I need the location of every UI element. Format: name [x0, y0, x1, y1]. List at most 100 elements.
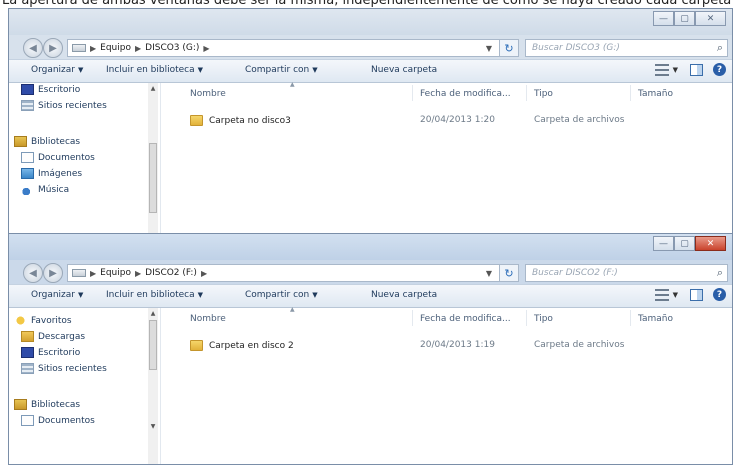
title-bar[interactable]: — ▢ ✕ [9, 234, 732, 260]
file-date: 20/04/2013 1:19 [420, 340, 495, 350]
scrollbar-thumb[interactable] [149, 143, 157, 213]
column-header-date[interactable]: Fecha de modifica... [420, 89, 511, 99]
refresh-button[interactable]: ↻ [499, 264, 519, 282]
column-divider[interactable] [526, 85, 527, 101]
minimize-button[interactable]: — [653, 11, 674, 26]
breadcrumb-equipo[interactable]: Equipo [100, 268, 131, 278]
file-date: 20/04/2013 1:20 [420, 115, 495, 125]
chevron-down-icon: ▼ [312, 66, 318, 74]
column-header-size[interactable]: Tamaño [638, 314, 673, 324]
include-in-library-menu[interactable]: Incluir en biblioteca ▼ [106, 290, 203, 300]
refresh-button[interactable]: ↻ [499, 39, 519, 57]
navigation-pane: Escritorio Sitios recientes Bibliotecas … [9, 83, 161, 239]
help-icon[interactable]: ? [713, 288, 726, 301]
title-bar[interactable]: — ▢ ✕ [9, 9, 732, 35]
scrollbar-thumb[interactable] [149, 320, 157, 370]
breadcrumb-separator-icon: ▶ [90, 268, 97, 278]
nav-item-favoritos[interactable]: Favoritos [14, 315, 72, 326]
views-icon[interactable] [654, 288, 669, 301]
preview-pane-icon[interactable] [690, 288, 703, 301]
content-area: Escritorio Sitios recientes Bibliotecas … [9, 81, 732, 239]
caption-buttons: — ▢ ✕ [653, 11, 726, 26]
nav-item-sitios-recientes[interactable]: Sitios recientes [21, 100, 107, 111]
column-divider[interactable] [630, 310, 631, 326]
column-divider[interactable] [412, 85, 413, 101]
breadcrumb-drive[interactable]: DISCO3 (G:) [145, 43, 199, 53]
column-header-date[interactable]: Fecha de modifica... [420, 314, 511, 324]
forward-button[interactable]: ▶ [43, 263, 63, 283]
column-divider[interactable] [630, 85, 631, 101]
new-folder-button[interactable]: Nueva carpeta [371, 65, 437, 75]
organize-menu[interactable]: Organizar ▼ [31, 65, 83, 75]
address-dropdown-icon[interactable]: ▼ [479, 39, 499, 57]
file-row[interactable]: Carpeta en disco 2 20/04/2013 1:19 Carpe… [162, 338, 732, 354]
scroll-up-icon[interactable]: ▲ [148, 85, 158, 92]
content-area: Favoritos Descargas Escritorio Sitios re… [9, 306, 732, 464]
new-folder-button[interactable]: Nueva carpeta [371, 290, 437, 300]
forward-button[interactable]: ▶ [43, 38, 63, 58]
file-row[interactable]: Carpeta no disco3 20/04/2013 1:20 Carpet… [162, 113, 732, 129]
scroll-up-icon[interactable]: ▲ [148, 310, 158, 317]
nav-item-escritorio[interactable]: Escritorio [21, 84, 80, 95]
column-header-size[interactable]: Tamaño [638, 89, 673, 99]
desktop-icon [21, 84, 34, 95]
nav-item-documentos[interactable]: Documentos [21, 152, 95, 163]
close-button[interactable]: ✕ [695, 236, 726, 251]
computer-icon [72, 44, 86, 52]
organize-menu[interactable]: Organizar ▼ [31, 290, 83, 300]
chevron-down-icon: ▼ [312, 291, 318, 299]
nav-scrollbar[interactable]: ▲ [148, 83, 158, 239]
nav-item-imagenes[interactable]: Imágenes [21, 168, 82, 179]
breadcrumb-drive[interactable]: DISCO2 (F:) [145, 268, 197, 278]
breadcrumb-separator-icon: ▶ [203, 43, 210, 53]
search-icon[interactable]: ⌕ [717, 266, 723, 280]
breadcrumb-equipo[interactable]: Equipo [100, 43, 131, 53]
file-list: Nombre ▲ Fecha de modifica... Tipo Tamañ… [162, 81, 732, 239]
column-header-name[interactable]: Nombre [190, 89, 226, 99]
column-divider[interactable] [412, 310, 413, 326]
chevron-down-icon[interactable]: ▼ [673, 291, 678, 299]
help-icon[interactable]: ? [713, 63, 726, 76]
share-with-menu[interactable]: Compartir con ▼ [245, 65, 318, 75]
column-divider[interactable] [526, 310, 527, 326]
nav-item-bibliotecas[interactable]: Bibliotecas [14, 136, 80, 147]
column-header-name[interactable]: Nombre [190, 314, 226, 324]
maximize-button[interactable]: ▢ [674, 236, 695, 251]
nav-item-descargas[interactable]: Descargas [21, 331, 85, 342]
downloads-icon [21, 331, 34, 342]
share-with-menu[interactable]: Compartir con ▼ [245, 290, 318, 300]
maximize-button[interactable]: ▢ [674, 11, 695, 26]
search-icon[interactable]: ⌕ [717, 41, 723, 55]
address-dropdown-icon[interactable]: ▼ [479, 264, 499, 282]
search-placeholder: Buscar DISCO3 (G:) [532, 43, 620, 53]
chevron-down-icon: ▼ [197, 66, 204, 74]
search-input[interactable]: Buscar DISCO2 (F:) ⌕ [525, 264, 728, 282]
address-bar[interactable]: ▶ Equipo ▶ DISCO3 (G:) ▶ [67, 39, 501, 57]
nav-item-sitios-recientes[interactable]: Sitios recientes [21, 363, 107, 374]
chevron-down-icon[interactable]: ▼ [673, 66, 678, 74]
address-bar[interactable]: ▶ Equipo ▶ DISCO2 (F:) ▶ [67, 264, 501, 282]
music-icon [21, 184, 34, 195]
back-button[interactable]: ◀ [23, 38, 43, 58]
nav-item-musica[interactable]: Música [21, 184, 69, 195]
column-header-type[interactable]: Tipo [534, 89, 553, 99]
address-row: ◀ ▶ ▶ Equipo ▶ DISCO2 (F:) ▶ ▼ ↻ Buscar … [9, 260, 732, 284]
views-icon[interactable] [654, 63, 669, 76]
nav-item-documentos[interactable]: Documentos [21, 415, 95, 426]
preview-pane-icon[interactable] [690, 63, 703, 76]
libraries-icon [14, 136, 27, 147]
nav-item-bibliotecas[interactable]: Bibliotecas [14, 399, 80, 410]
column-header-type[interactable]: Tipo [534, 314, 553, 324]
recent-places-icon [21, 100, 34, 111]
star-icon [14, 315, 27, 326]
search-input[interactable]: Buscar DISCO3 (G:) ⌕ [525, 39, 728, 57]
back-arrow-icon: ◀ [29, 42, 37, 54]
forward-arrow-icon: ▶ [49, 267, 57, 279]
include-in-library-menu[interactable]: Incluir en biblioteca ▼ [106, 65, 203, 75]
nav-item-escritorio[interactable]: Escritorio [21, 347, 80, 358]
nav-scrollbar[interactable]: ▲ ▼ [148, 308, 158, 464]
scroll-down-icon[interactable]: ▼ [148, 423, 158, 430]
minimize-button[interactable]: — [653, 236, 674, 251]
close-button[interactable]: ✕ [695, 11, 726, 26]
back-button[interactable]: ◀ [23, 263, 43, 283]
